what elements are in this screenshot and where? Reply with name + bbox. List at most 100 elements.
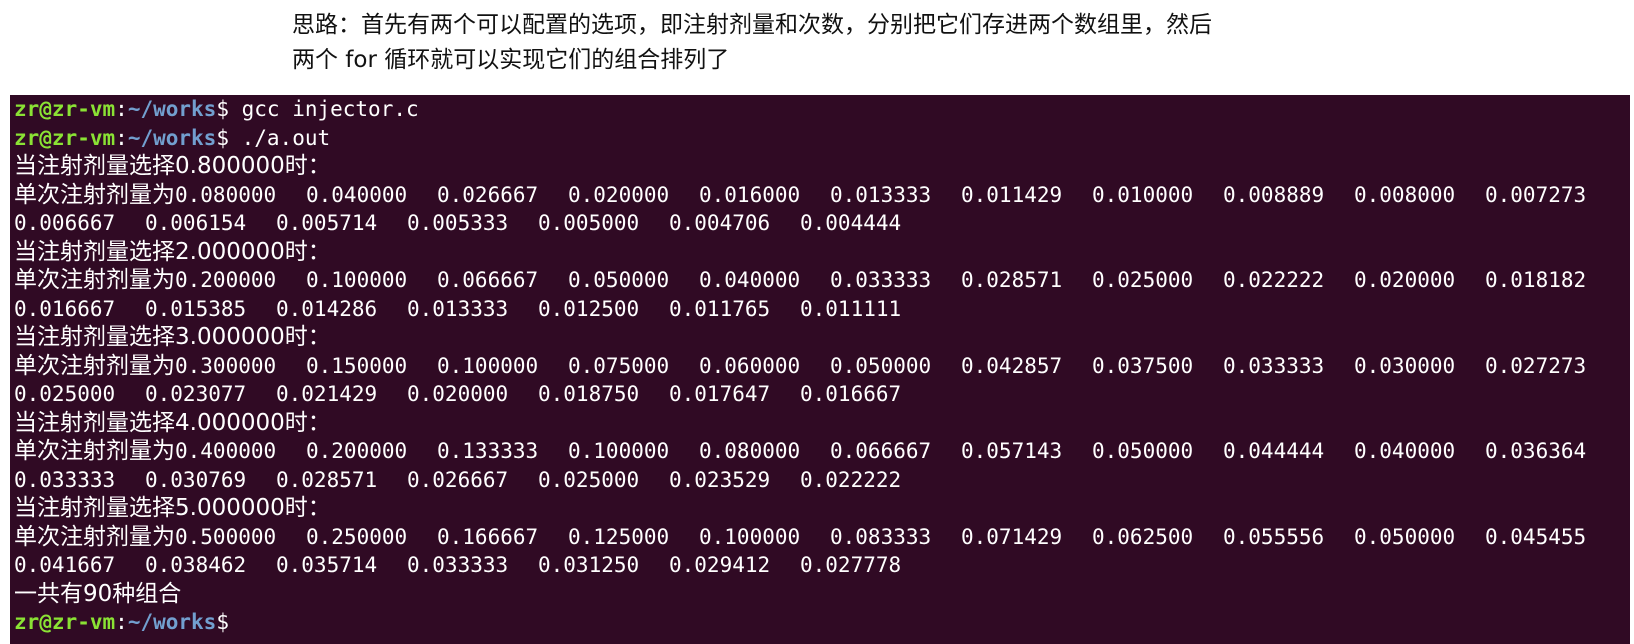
prompt-path: ~/works: [127, 97, 217, 121]
command-text: gcc injector.c: [228, 97, 419, 121]
prompt-path: ~/works: [127, 610, 217, 634]
prompt-separator: :: [115, 610, 128, 634]
dose-header: 当注射剂量选择4.000000时：: [14, 409, 331, 436]
dose-header: 当注射剂量选择5.000000时：: [14, 495, 331, 521]
dose-value: 0.020000: [407, 382, 509, 406]
dose-value: 0.166667: [437, 524, 539, 549]
output-values-line: 0.041667 0.038462 0.035714 0.033333 0.031250…: [14, 551, 1630, 580]
summary-text: 一共有90种组合: [14, 580, 182, 607]
dose-value: 0.060000: [699, 353, 801, 378]
output-values-line: 单次注射剂量为 0.400000 0.200000 0.133333 0.100000 0…: [14, 437, 1630, 466]
dose-value: 0.018182: [1485, 268, 1587, 292]
prompt-line: zr@zr-vm: ~/works $ ./a.out: [14, 124, 1630, 153]
dose-value: 0.125000: [568, 524, 670, 549]
dose-value: 0.007273: [1485, 182, 1587, 207]
output-blocks: 当注射剂量选择0.800000时： 单次注射剂量为 0.080000 0.040000…: [14, 152, 1630, 580]
values-prefix: 单次注射剂量为: [14, 438, 175, 464]
values-prefix: 单次注射剂量为: [14, 523, 175, 550]
dose-value: 0.100000: [437, 353, 539, 378]
dose-value: 0.015385: [145, 296, 247, 321]
dose-value: 0.100000: [568, 439, 670, 463]
dose-value: 0.050000: [568, 268, 670, 292]
dose-value: 0.500000: [175, 524, 277, 549]
dose-value: 0.020000: [568, 182, 670, 207]
dose-value: 0.066667: [830, 439, 932, 463]
dose-value: 0.055556: [1223, 524, 1325, 549]
dose-value: 0.133333: [437, 439, 539, 463]
dose-value: 0.045455: [1485, 524, 1587, 549]
document-text: 思路：首先有两个可以配置的选项，即注射剂量和次数，分别把它们存进两个数组里，然后…: [292, 8, 1592, 78]
output-header-line: 当注射剂量选择3.000000时：: [14, 323, 1630, 352]
dose-value: 0.071429: [961, 524, 1063, 549]
dose-value: 0.016000: [699, 182, 801, 207]
terminal-window[interactable]: zr@zr-vm: ~/works $ gcc injector.c zr@zr-v…: [10, 95, 1630, 644]
prompt-sign: $: [216, 125, 229, 150]
dose-value: 0.057143: [961, 439, 1063, 463]
dose-value: 0.025000: [14, 382, 116, 406]
dose-value: 0.083333: [830, 524, 932, 549]
output-values-line: 0.033333 0.030769 0.028571 0.026667 0.025000…: [14, 466, 1630, 495]
output-header-line: 当注射剂量选择0.800000时：: [14, 152, 1630, 181]
dose-value: 0.011765: [669, 296, 771, 321]
prompt-user: zr@zr-vm: [14, 125, 116, 150]
dose-value: 0.026667: [407, 467, 509, 492]
dose-value: 0.027778: [800, 553, 902, 577]
dose-value: 0.028571: [276, 467, 378, 492]
dose-value: 0.014286: [276, 296, 378, 321]
prompt-sign: $: [216, 610, 229, 634]
dose-value: 0.022222: [800, 467, 902, 492]
document-line: 思路：首先有两个可以配置的选项，即注射剂量和次数，分别把它们存进两个数组里，然后: [292, 12, 1212, 38]
prompt-user: zr@zr-vm: [14, 97, 116, 121]
values-prefix: 单次注射剂量为: [14, 267, 175, 293]
dose-value: 0.010000: [1092, 182, 1194, 207]
prompt-line: zr@zr-vm: ~/works $: [14, 608, 1630, 637]
dose-value: 0.005333: [407, 211, 509, 235]
dose-value: 0.100000: [699, 524, 801, 549]
prompt-separator: :: [115, 125, 128, 150]
dose-value: 0.008889: [1223, 182, 1325, 207]
dose-value: 0.018750: [538, 382, 640, 406]
dose-value: 0.005714: [276, 211, 378, 235]
output-values-line: 0.016667 0.015385 0.014286 0.013333 0.012500…: [14, 295, 1630, 324]
dose-value: 0.004706: [669, 211, 771, 235]
dose-value: 0.037500: [1092, 353, 1194, 378]
dose-value: 0.044444: [1223, 439, 1325, 463]
dose-value: 0.033333: [830, 268, 932, 292]
dose-value: 0.006667: [14, 211, 116, 235]
dose-value: 0.008000: [1354, 182, 1456, 207]
command-text: ./a.out: [228, 125, 331, 150]
output-header-line: 当注射剂量选择5.000000时：: [14, 494, 1630, 523]
dose-value: 0.040000: [306, 182, 408, 207]
dose-value: 0.200000: [175, 268, 277, 292]
dose-value: 0.022222: [1223, 268, 1325, 292]
dose-value: 0.028571: [961, 268, 1063, 292]
prompt-separator: :: [115, 97, 128, 121]
dose-value: 0.017647: [669, 382, 771, 406]
dose-value: 0.030769: [145, 467, 247, 492]
values-prefix: 单次注射剂量为: [14, 352, 175, 379]
dose-value: 0.004444: [800, 211, 902, 235]
dose-value: 0.040000: [1354, 439, 1456, 463]
dose-value: 0.021429: [276, 382, 378, 406]
dose-header: 当注射剂量选择3.000000时：: [14, 324, 331, 350]
dose-value: 0.033333: [1223, 353, 1325, 378]
dose-value: 0.050000: [1354, 524, 1456, 549]
dose-value: 0.011429: [961, 182, 1063, 207]
dose-value: 0.066667: [437, 268, 539, 292]
output-values-line: 单次注射剂量为 0.080000 0.040000 0.026667 0.020000 0…: [14, 181, 1630, 210]
dose-value: 0.080000: [175, 182, 277, 207]
dose-value: 0.250000: [306, 524, 408, 549]
dose-value: 0.031250: [538, 553, 640, 577]
dose-value: 0.050000: [1092, 439, 1194, 463]
dose-value: 0.041667: [14, 553, 116, 577]
output-header-line: 当注射剂量选择4.000000时：: [14, 409, 1630, 438]
dose-header: 当注射剂量选择0.800000时：: [14, 153, 331, 179]
dose-value: 0.050000: [830, 353, 932, 378]
dose-value: 0.200000: [306, 439, 408, 463]
dose-value: 0.013333: [407, 296, 509, 321]
output-values-line: 单次注射剂量为 0.500000 0.250000 0.166667 0.125000 0…: [14, 523, 1630, 552]
dose-value: 0.025000: [1092, 268, 1194, 292]
dose-value: 0.300000: [175, 353, 277, 378]
dose-value: 0.013333: [830, 182, 932, 207]
prompt-user: zr@zr-vm: [14, 610, 116, 634]
